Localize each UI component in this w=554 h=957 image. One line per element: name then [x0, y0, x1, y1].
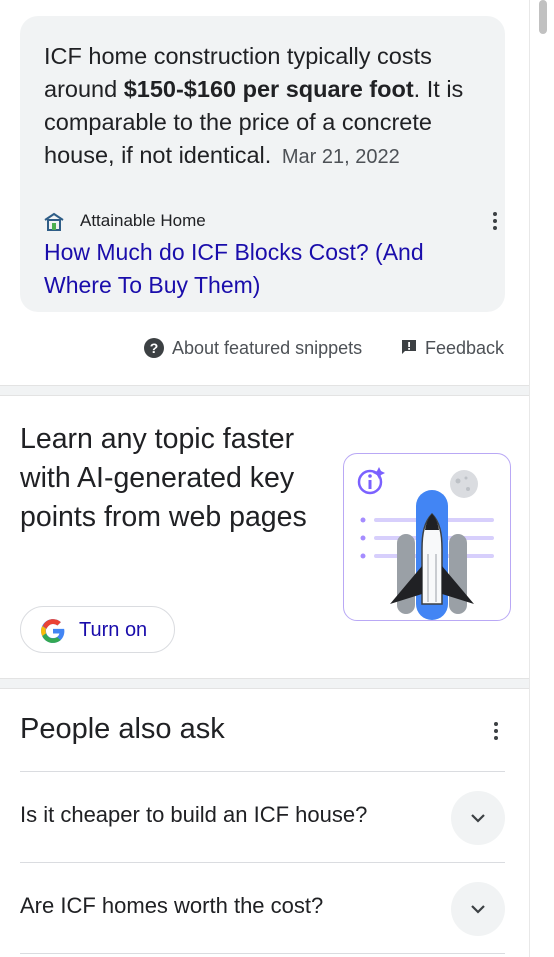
paa-question-item[interactable]: Are ICF homes worth the cost?	[20, 862, 505, 953]
turn-on-button[interactable]: Turn on	[20, 606, 175, 653]
scrollbar-thumb[interactable]	[539, 0, 547, 34]
paa-question-item[interactable]: Is it cheaper to build an ICF house?	[20, 771, 505, 862]
search-results-page: ICF home construction typically costs ar…	[0, 0, 529, 957]
paa-question-text: Are ICF homes worth the cost?	[20, 893, 324, 918]
snippet-source[interactable]: Attainable Home	[44, 208, 497, 234]
scrollbar[interactable]	[529, 0, 554, 957]
section-divider	[0, 385, 529, 396]
snippet-date: Mar 21, 2022	[281, 146, 400, 168]
people-also-ask-title: People also ask	[20, 713, 225, 745]
featured-snippet-card: ICF home construction typically costs ar…	[20, 16, 505, 312]
snippet-text-bold: $150-$160 per square foot	[123, 76, 414, 102]
chevron-down-icon[interactable]	[451, 882, 505, 936]
more-options-icon[interactable]	[485, 208, 505, 234]
result-title-link[interactable]: How Much do ICF Blocks Cost? (And Where …	[44, 236, 474, 302]
turn-on-label: Turn on	[79, 619, 148, 641]
google-g-logo-icon	[41, 619, 65, 643]
paa-question-text: Is it cheaper to build an ICF house?	[20, 802, 368, 827]
source-name: Attainable Home	[80, 211, 206, 230]
paa-divider	[20, 953, 505, 954]
attainable-home-favicon-icon	[44, 212, 64, 231]
feedback-flag-icon	[402, 340, 416, 354]
feedback-label: Feedback	[425, 337, 505, 358]
about-label: About featured snippets	[172, 337, 363, 358]
more-options-icon[interactable]	[486, 717, 506, 745]
section-divider	[0, 678, 529, 689]
rocket-illustration	[343, 453, 511, 621]
chevron-down-icon[interactable]	[451, 791, 505, 845]
feedback-link[interactable]: Feedback	[400, 335, 504, 361]
snippet-text: ICF home construction typically costs ar…	[44, 40, 489, 174]
question-circle-icon: ?	[144, 338, 164, 358]
about-featured-snippets-link[interactable]: ? About featured snippets	[144, 335, 362, 361]
ai-promo-heading: Learn any topic faster with AI-generated…	[20, 423, 307, 533]
rocket-illustration-graphic	[357, 467, 494, 620]
